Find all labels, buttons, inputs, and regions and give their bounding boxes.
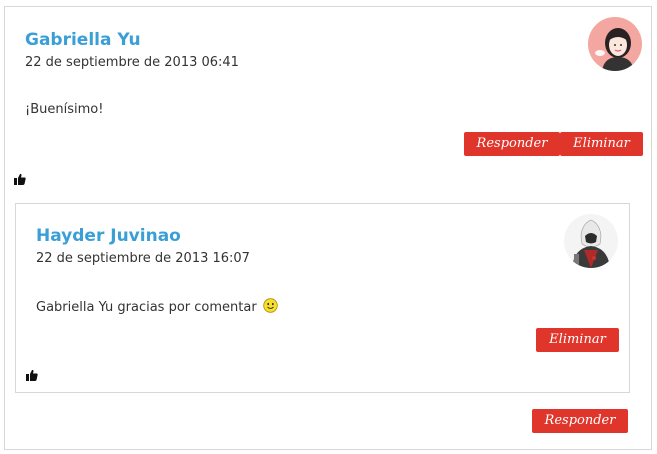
reply-author-link[interactable]: Hayder Juvinao bbox=[36, 226, 181, 246]
reply-button[interactable]: Responder bbox=[464, 132, 560, 156]
comment-text: ¡Buenísimo! bbox=[25, 102, 104, 117]
assassin-avatar-image bbox=[564, 214, 618, 268]
reply-date: 22 de septiembre de 2013 16:07 bbox=[36, 251, 250, 266]
thread-reply-button[interactable]: Responder bbox=[532, 409, 628, 433]
reply-text: Gabriella Yu gracias por comentar bbox=[36, 300, 257, 315]
reply-author-avatar[interactable] bbox=[564, 214, 618, 268]
delete-button[interactable]: Eliminar bbox=[560, 132, 643, 156]
comment-date: 22 de septiembre de 2013 06:41 bbox=[25, 55, 239, 70]
thumbs-up-icon[interactable] bbox=[14, 172, 26, 185]
thumbs-up-icon[interactable] bbox=[26, 368, 38, 381]
comment-author-link[interactable]: Gabriella Yu bbox=[25, 30, 141, 50]
smiley-icon bbox=[263, 298, 278, 317]
reply-delete-button[interactable]: Eliminar bbox=[536, 328, 619, 352]
comment-author-avatar[interactable] bbox=[588, 17, 642, 71]
reply-text-line: Gabriella Yu gracias por comentar bbox=[36, 298, 278, 317]
girl-avatar-image bbox=[588, 17, 642, 71]
